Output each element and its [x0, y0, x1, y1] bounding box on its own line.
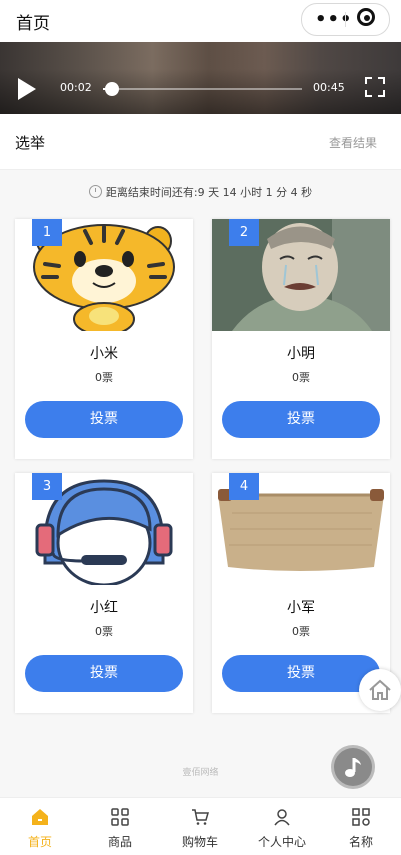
apps-icon	[352, 808, 370, 826]
vote-button[interactable]: 投票	[222, 401, 380, 438]
section-title: 选举	[15, 134, 46, 152]
video-player[interactable]: 00:02 00:45	[0, 42, 401, 114]
tab-label: 购物车	[181, 835, 218, 849]
page-title: 首页	[16, 14, 50, 34]
tab-label: 个人中心	[257, 835, 306, 849]
tab-cart[interactable]: 购物车	[160, 798, 240, 855]
tab-label: 名称	[348, 835, 373, 849]
vote-button[interactable]: 投票	[25, 401, 183, 438]
candidate-votes: 0票	[292, 625, 310, 638]
candidate-votes: 0票	[95, 625, 113, 638]
tab-name[interactable]: 名称	[321, 798, 401, 855]
fullscreen-icon[interactable]	[365, 77, 385, 97]
candidate-name: 小红	[90, 600, 118, 616]
view-results-link[interactable]: 查看结果	[329, 134, 377, 151]
candidate-name: 小军	[287, 600, 315, 616]
video-duration: 00:45	[313, 81, 345, 94]
user-icon	[274, 809, 290, 826]
candidate-card: 1 小米 0票 投票	[15, 219, 193, 459]
more-icon[interactable]: •••	[315, 9, 353, 30]
candidate-number-badge: 2	[229, 219, 259, 246]
candidate-votes: 0票	[95, 371, 113, 384]
video-progress-track[interactable]	[103, 82, 302, 96]
bottom-tab-bar: 首页 商品 购物车 个人中心 名称	[0, 797, 401, 855]
vote-button[interactable]: 投票	[25, 655, 183, 692]
candidate-number-badge: 4	[229, 473, 259, 500]
footer-text: 壹佰网络	[182, 768, 219, 778]
tab-profile[interactable]: 个人中心	[242, 798, 322, 855]
home-float-button[interactable]	[359, 669, 401, 711]
vote-button[interactable]: 投票	[222, 655, 380, 692]
candidate-name: 小米	[90, 346, 118, 362]
tab-home[interactable]: 首页	[0, 798, 80, 855]
countdown-text: 距离结束时间还有:9 天 14 小时 1 分 4 秒	[105, 186, 313, 199]
candidate-card: 3 小红 0票 投票	[15, 473, 193, 713]
tab-products[interactable]: 商品	[80, 798, 160, 855]
candidate-number-badge: 3	[32, 473, 62, 500]
miniprogram-capsule: •••	[301, 3, 390, 36]
candidate-votes: 0票	[292, 371, 310, 384]
candidate-name: 小明	[287, 346, 315, 362]
candidate-card: 2 小明 0票 投票	[212, 219, 390, 459]
clock-icon	[88, 185, 102, 198]
section-header: 选举 查看结果	[0, 114, 401, 170]
tab-label: 商品	[107, 835, 132, 849]
video-current-time: 00:02	[60, 81, 92, 94]
tab-label: 首页	[27, 835, 52, 849]
capsule-divider	[345, 12, 346, 27]
close-target-icon[interactable]	[357, 8, 375, 26]
play-icon[interactable]	[18, 78, 36, 100]
candidate-number-badge: 1	[32, 219, 62, 246]
video-progress-knob[interactable]	[104, 82, 119, 96]
top-bar: 首页 •••	[0, 0, 401, 42]
home-icon	[32, 809, 48, 825]
grid-icon	[111, 808, 129, 826]
countdown: 距离结束时间还有:9 天 14 小时 1 分 4 秒	[0, 184, 401, 200]
cart-icon	[192, 809, 209, 825]
home-icon	[369, 679, 391, 700]
